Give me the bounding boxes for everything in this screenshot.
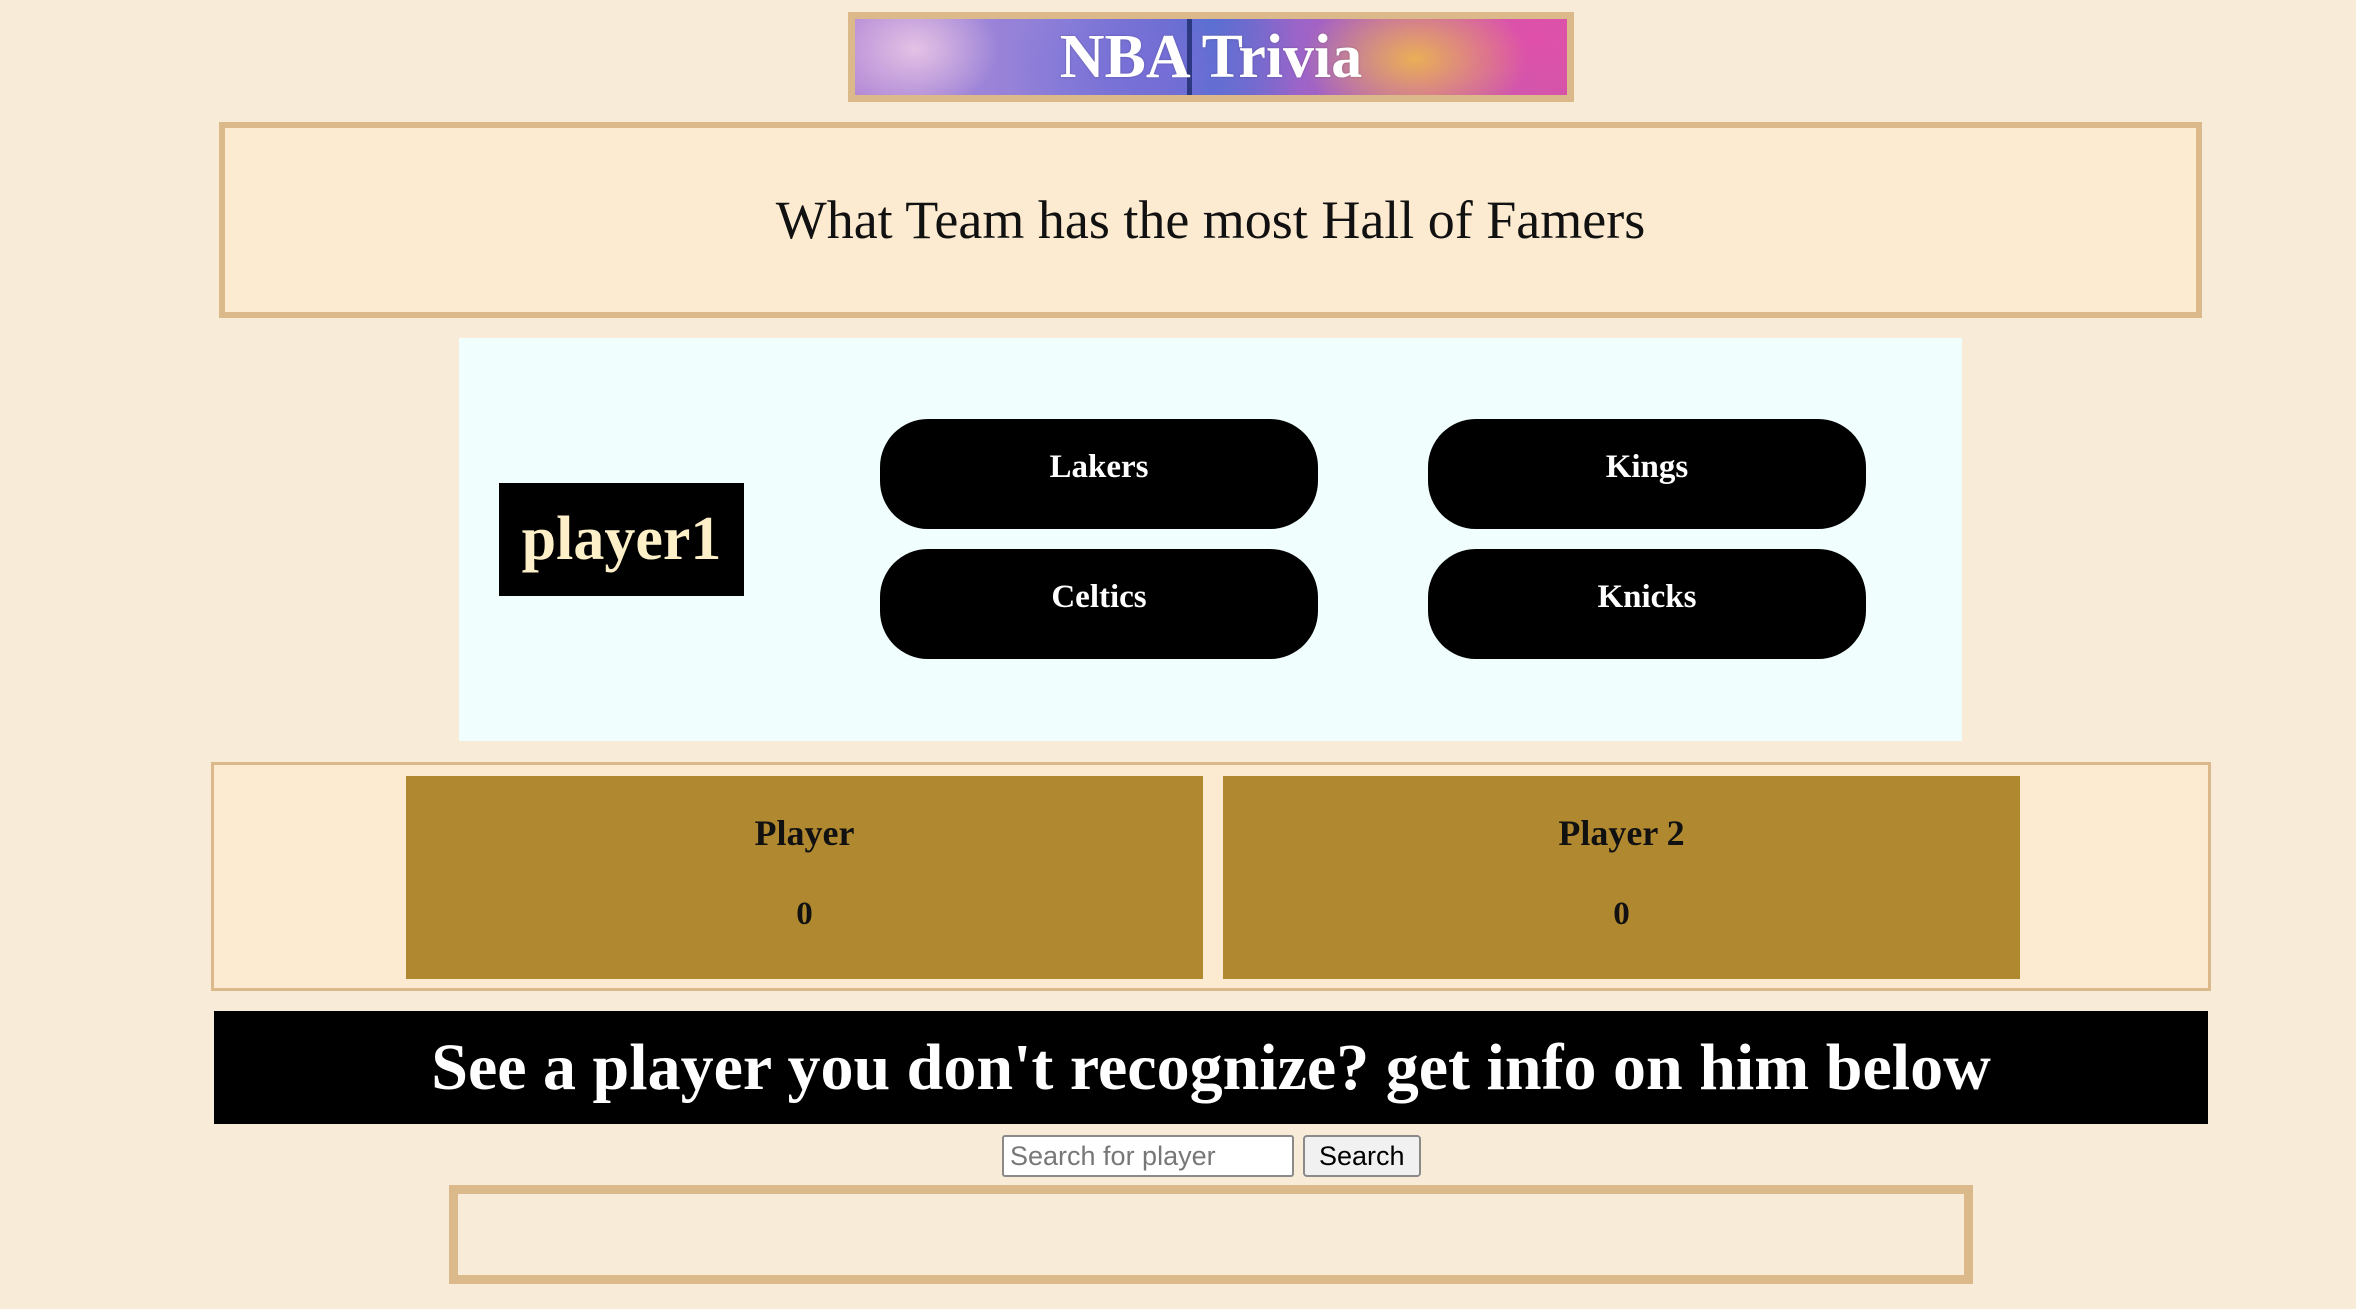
scoreboard: Player 0 Player 2 0 [211,762,2211,991]
answer-button-knicks[interactable]: Knicks [1428,549,1866,659]
answer-button-celtics[interactable]: Celtics [880,549,1318,659]
answer-button-lakers[interactable]: Lakers [880,419,1318,529]
player-info-banner: See a player you don't recognize? get in… [214,1011,2208,1124]
game-panel: player1 Lakers Kings Celtics Knicks [459,338,1962,741]
answer-button-kings[interactable]: Kings [1428,419,1866,529]
page-title: NBA Trivia [1059,22,1363,91]
player1-score: 0 [796,896,813,932]
player-search-input[interactable] [1002,1135,1294,1177]
player2-score-card: Player 2 0 [1223,776,2020,979]
player2-score: 0 [1613,896,1630,932]
title-banner: NBA Trivia [848,12,1574,102]
question-text: What Team has the most Hall of Famers [775,190,1646,250]
player1-score-card: Player 0 [406,776,1203,979]
player-info-results [449,1185,1973,1284]
player1-name: Player [754,813,855,853]
player-search-form: Search [1002,1135,1421,1177]
question-box: What Team has the most Hall of Famers [219,122,2202,318]
player2-name: Player 2 [1558,813,1685,853]
current-player-badge: player1 [499,483,744,596]
search-button[interactable]: Search [1303,1135,1421,1177]
